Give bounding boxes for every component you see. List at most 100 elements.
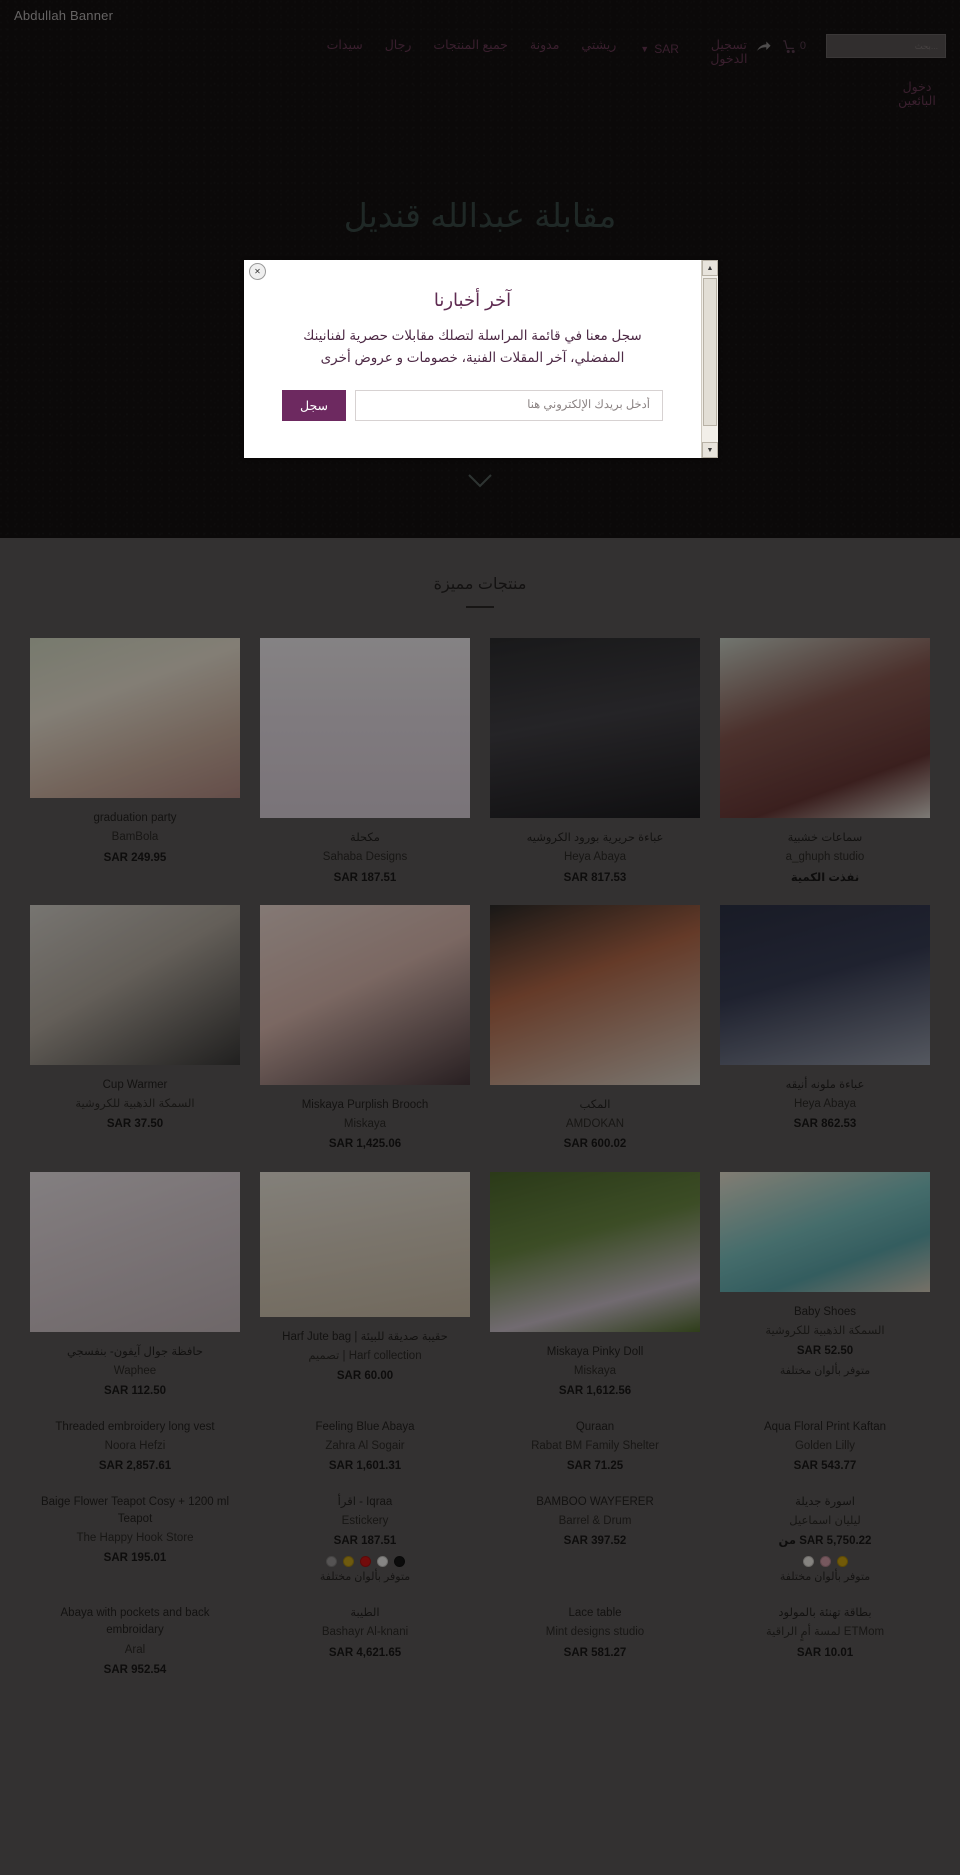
product-card[interactable]: BAMBOO WAYFERER Barrel & Drum SAR 397.52 <box>490 1494 700 1587</box>
scroll-up-button[interactable]: ▲ <box>702 260 718 276</box>
currency-selector[interactable]: ▼ SAR <box>640 38 679 56</box>
product-card[interactable]: Lace table Mint designs studio SAR 581.27 <box>490 1605 700 1679</box>
color-swatch[interactable] <box>393 1556 405 1568</box>
newsletter-modal: ▲ ▼ آخر أخبارنا سجل معنا في قائمة المراس… <box>244 260 718 458</box>
product-card[interactable]: اسورة جديلة ليليان اسماعيل من SAR 5,750.22… <box>720 1494 930 1587</box>
product-note: متوفر بألوان مختلفة <box>779 1364 871 1377</box>
cart-icon <box>782 39 797 54</box>
color-swatch[interactable] <box>342 1556 354 1568</box>
nav-item-blog[interactable]: مدونة <box>530 38 559 52</box>
product-card[interactable]: مكحلة Sahaba Designs SAR 187.51 <box>260 638 470 887</box>
product-image[interactable] <box>260 638 470 818</box>
product-card[interactable]: عباءة حريرية بورود الكروشيه Heya Abaya SAR… <box>490 638 700 887</box>
product-vendor: Noora Hefzi <box>104 1439 166 1452</box>
product-price: SAR 1,425.06 <box>328 1138 402 1151</box>
scrollbar-track[interactable] <box>702 276 718 442</box>
product-price: SAR 249.95 <box>103 851 167 864</box>
product-name: Aqua Floral Print Kaftan <box>763 1420 887 1433</box>
modal-content: آخر أخبارنا سجل معنا في قائمة المراسلة ل… <box>244 260 701 458</box>
product-card[interactable]: سماعات خشبية a_ghuph studio نفذت الكمية <box>720 638 930 887</box>
share-icon[interactable] <box>755 38 772 55</box>
product-card[interactable]: Threaded embroidery long vest Noora Hefzi… <box>30 1419 240 1476</box>
product-image[interactable] <box>720 1171 930 1292</box>
product-name: سماعات خشبية <box>787 832 863 844</box>
color-swatch[interactable] <box>376 1556 388 1568</box>
cart-button[interactable]: 0 <box>782 39 806 54</box>
product-card[interactable]: Baige Flower Teapot Cosy + 1200 ml Teapo… <box>30 1494 240 1587</box>
product-card[interactable]: Feeling Blue Abaya Zahra Al Sogair SAR 1,6… <box>260 1419 470 1476</box>
product-image[interactable] <box>490 904 700 1085</box>
product-image[interactable] <box>720 638 930 818</box>
product-name: الطيبة <box>350 1607 380 1620</box>
scrollbar-thumb[interactable] <box>703 278 717 426</box>
email-field[interactable] <box>355 389 663 421</box>
product-name: Lace table <box>568 1607 622 1620</box>
search-input[interactable]: بحث... <box>826 34 946 58</box>
modal-scrollbar[interactable]: ▲ ▼ <box>701 260 718 458</box>
product-image[interactable] <box>30 1171 240 1332</box>
product-price: SAR 1,601.31 <box>328 1460 402 1473</box>
product-vendor: The Happy Hook Store <box>76 1532 194 1545</box>
product-card[interactable]: Aqua Floral Print Kaftan Golden Lilly SAR … <box>720 1419 930 1476</box>
product-card[interactable]: Baby Shoes السمكة الذهبية للكروشية SAR 52.… <box>720 1171 930 1401</box>
section-header: منتجات مميزة <box>0 574 960 608</box>
product-card[interactable]: Miskaya Pinky Doll Miskaya SAR 1,612.56 <box>490 1171 700 1401</box>
product-card[interactable]: Abaya with pockets and back embroidary Ar… <box>30 1605 240 1679</box>
product-price: SAR 4,621.65 <box>328 1646 402 1659</box>
close-icon[interactable]: ✕ <box>249 263 266 280</box>
scroll-down-button[interactable] <box>0 470 960 497</box>
product-grid: graduation party BamBola SAR 249.95 مكحلة Sa… <box>30 638 930 1697</box>
product-image[interactable] <box>490 1171 700 1332</box>
product-image[interactable] <box>260 1171 470 1317</box>
product-card[interactable]: Quraan Rabat BM Family Shelter SAR 71.25 <box>490 1419 700 1476</box>
color-swatches[interactable] <box>325 1556 405 1568</box>
product-image[interactable] <box>260 904 470 1085</box>
product-note: متوفر بألوان مختلفة <box>319 1571 411 1584</box>
product-vendor: Aral <box>124 1643 146 1656</box>
product-name: Miskaya Pinky Doll <box>546 1345 644 1358</box>
color-swatch[interactable] <box>836 1556 848 1568</box>
newsletter-form: سجل <box>282 389 663 421</box>
product-image[interactable] <box>30 638 240 798</box>
color-swatch[interactable] <box>819 1556 831 1568</box>
product-card[interactable]: Harf Jute bag | حقيبة صديقة للبيئة تصميم … <box>260 1171 470 1401</box>
nav-item-women[interactable]: سيدات <box>327 38 363 52</box>
product-vendor: Zahra Al Sogair <box>325 1439 405 1452</box>
product-card[interactable]: Miskaya Purplish Brooch Miskaya SAR 1,425.… <box>260 904 470 1154</box>
product-price: نفذت الكمية <box>790 871 860 884</box>
login-link[interactable]: تسجيل الدخول <box>703 38 755 67</box>
product-card[interactable]: عباءة ملونه أنيقه Heya Abaya SAR 862.53 <box>720 904 930 1154</box>
section-divider <box>466 606 494 608</box>
product-image[interactable] <box>720 904 930 1065</box>
product-card[interactable]: graduation party BamBola SAR 249.95 <box>30 638 240 887</box>
product-price: SAR 862.53 <box>793 1118 857 1131</box>
color-swatch[interactable] <box>802 1556 814 1568</box>
nav-item-all-products[interactable]: جميع المنتجات <box>433 38 508 52</box>
product-name: Miskaya Purplish Brooch <box>301 1098 429 1111</box>
color-swatch[interactable] <box>325 1556 337 1568</box>
product-card[interactable]: المكب AMDOKAN SAR 600.02 <box>490 904 700 1154</box>
product-vendor: Mint designs studio <box>545 1626 645 1639</box>
scroll-down-button[interactable]: ▼ <box>702 442 718 458</box>
product-card[interactable]: Cup Warmer السمكة الذهبية للكروشية SAR 37.… <box>30 904 240 1154</box>
nav-item-seller-login[interactable]: دخول البائعين <box>888 80 946 109</box>
product-card[interactable]: بطاقة تهنئة بالمولود لمسة أمٍ الراقية ETM… <box>720 1605 930 1679</box>
color-swatch[interactable] <box>359 1556 371 1568</box>
product-image[interactable] <box>30 904 240 1065</box>
product-price: SAR 112.50 <box>103 1385 166 1398</box>
product-name: Feeling Blue Abaya <box>315 1420 415 1433</box>
signup-button[interactable]: سجل <box>282 389 346 421</box>
color-swatches[interactable] <box>802 1556 848 1568</box>
nav-item-men[interactable]: رجال <box>385 38 412 52</box>
nav-item-reshati[interactable]: ريشتي <box>581 38 616 52</box>
product-price: SAR 397.52 <box>563 1535 627 1548</box>
product-vendor: Miskaya <box>343 1118 387 1131</box>
product-card[interactable]: الطيبة Bashayr Al-knani SAR 4,621.65 <box>260 1605 470 1679</box>
product-card[interactable]: اقرأ - Iqraa Estickery SAR 187.51 متوفر بأل… <box>260 1494 470 1587</box>
product-image[interactable] <box>490 638 700 818</box>
product-price: SAR 60.00 <box>336 1370 394 1383</box>
product-price: SAR 1,612.56 <box>558 1385 632 1398</box>
product-vendor: لمسة أمٍ الراقية ETMom <box>765 1626 885 1639</box>
product-name: مكحلة <box>350 832 380 844</box>
product-card[interactable]: حافظة جوال آيفون- بنفسجي Waphee SAR 112.50 <box>30 1171 240 1401</box>
